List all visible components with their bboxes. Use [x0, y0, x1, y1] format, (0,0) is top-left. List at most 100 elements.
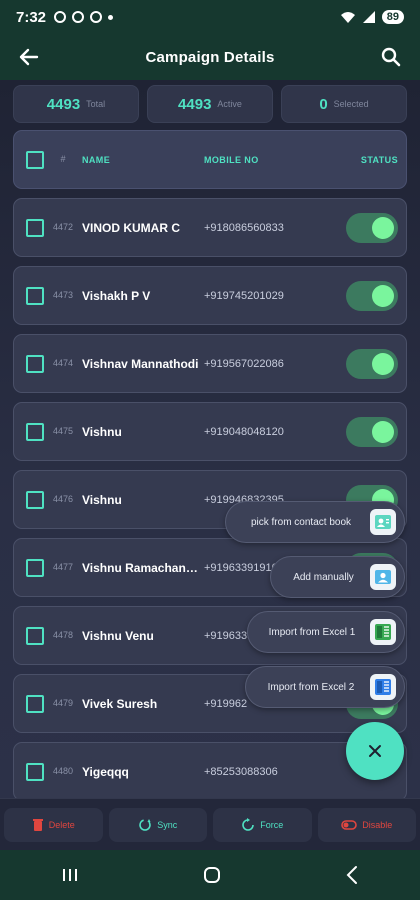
- page-title: Campaign Details: [145, 48, 275, 66]
- row-name: Vishnu: [82, 492, 122, 507]
- stat-total: 4493 Total: [13, 85, 139, 123]
- disable-label: Disable: [362, 819, 393, 830]
- add-person-icon: [370, 564, 396, 590]
- status-toggle[interactable]: [346, 348, 398, 379]
- row-mobile: +919048048120: [204, 425, 284, 438]
- wifi-icon: [340, 12, 355, 23]
- row-checkbox[interactable]: [26, 218, 44, 237]
- table-row[interactable]: 4474 Vishnav Mannathodi +919567022086: [13, 334, 407, 393]
- fab-item-add-manually[interactable]: Add manually: [270, 556, 405, 598]
- header-status: STATUS: [360, 154, 398, 165]
- excel-blue-icon: [370, 674, 396, 700]
- row-name: Vishnu: [82, 424, 122, 439]
- delete-label: Delete: [48, 819, 75, 830]
- stat-selected-label: Selected: [333, 99, 369, 109]
- recent-apps-icon[interactable]: [61, 867, 79, 883]
- fab-item-import-excel-2[interactable]: Import from Excel 2: [245, 666, 405, 708]
- header-name: NAME: [82, 154, 111, 165]
- status-toggle[interactable]: [346, 212, 398, 243]
- row-checkbox[interactable]: [26, 354, 44, 373]
- row-name: Vishnu Ramachandran: [82, 560, 200, 575]
- stat-total-label: Total: [86, 99, 106, 109]
- row-checkbox[interactable]: [26, 558, 44, 577]
- stat-active-label: Active: [217, 99, 242, 109]
- sync-icon: [139, 818, 152, 831]
- row-checkbox[interactable]: [26, 694, 44, 713]
- row-name: Vishakh P V: [82, 288, 151, 303]
- row-name: VINOD KUMAR C: [82, 220, 180, 235]
- stat-total-value: 4493: [46, 95, 81, 113]
- row-index: 4478: [52, 630, 74, 640]
- notification-icons: [54, 11, 114, 23]
- table-row[interactable]: 4472 VINOD KUMAR C +918086560833: [13, 198, 407, 257]
- row-mobile: +919745201029: [204, 289, 284, 302]
- row-index: 4477: [52, 562, 74, 572]
- toggle-off-icon: [341, 819, 358, 830]
- row-name: Yigeqqq: [82, 764, 129, 779]
- row-checkbox[interactable]: [26, 626, 44, 645]
- stat-active-value: 4493: [178, 95, 212, 113]
- row-index: 4472: [52, 222, 74, 232]
- stat-selected: 0 Selected: [281, 85, 407, 123]
- disable-button[interactable]: Disable: [317, 807, 416, 842]
- table-row[interactable]: 4473 Vishakh P V +919745201029: [13, 266, 407, 325]
- row-mobile: +918086560833: [204, 221, 284, 234]
- select-all-checkbox[interactable]: [26, 150, 44, 169]
- force-button[interactable]: Force: [213, 807, 312, 842]
- fab-close-button[interactable]: [346, 722, 404, 780]
- status-time: 7:32: [16, 8, 47, 26]
- arrow-left-icon: [19, 48, 39, 66]
- fab-item-label: pick from contact book: [250, 516, 352, 528]
- more-notifications-dot-icon: [108, 14, 114, 20]
- force-refresh-icon: [242, 817, 255, 831]
- system-nav-bar: [0, 850, 420, 900]
- delete-button[interactable]: Delete: [4, 807, 103, 842]
- header-hash: #: [60, 154, 66, 164]
- notification-chat-icon: [72, 11, 85, 23]
- contact-book-icon: [370, 509, 396, 535]
- row-checkbox[interactable]: [26, 762, 44, 781]
- row-mobile: +919567022086: [204, 357, 284, 370]
- notification-app-icon: [54, 11, 67, 23]
- excel-green-icon: [370, 619, 396, 645]
- status-toggle[interactable]: [346, 280, 398, 311]
- row-name: Vishnav Mannathodi: [82, 356, 199, 371]
- search-button[interactable]: [376, 42, 406, 72]
- status-bar: 7:32 89: [0, 0, 420, 34]
- bottom-action-bar: Delete Sync Force Disable: [0, 798, 420, 850]
- trash-icon: [32, 818, 43, 831]
- row-name: Vivek Suresh: [82, 696, 158, 711]
- fab-item-label: Import from Excel 1: [268, 626, 356, 638]
- signal-icon: [362, 11, 375, 23]
- stats-bar: 4493 Total 4493 Active 0 Selected: [13, 85, 407, 123]
- app-bar: Campaign Details: [0, 34, 420, 80]
- stat-active: 4493 Active: [147, 85, 273, 123]
- row-index: 4473: [52, 290, 74, 300]
- system-back-icon[interactable]: [345, 865, 359, 885]
- fab-item-import-excel-1[interactable]: Import from Excel 1: [247, 611, 405, 653]
- fab-item-label: Add manually: [293, 571, 354, 583]
- row-index: 4474: [52, 358, 74, 368]
- close-icon: [369, 745, 381, 757]
- sync-label: Sync: [157, 819, 178, 830]
- home-icon[interactable]: [202, 865, 222, 885]
- row-mobile: +85253088306: [204, 765, 278, 778]
- row-checkbox[interactable]: [26, 286, 44, 305]
- fab-item-contact-book[interactable]: pick from contact book: [225, 501, 405, 543]
- battery-icon: 89: [381, 10, 404, 24]
- table-header: # NAME MOBILE NO STATUS: [13, 130, 407, 189]
- sync-button[interactable]: Sync: [108, 807, 207, 842]
- row-index: 4475: [52, 426, 74, 436]
- notification-settings-icon: [90, 11, 103, 23]
- row-checkbox[interactable]: [26, 422, 44, 441]
- row-name: Vishnu Venu: [82, 628, 154, 643]
- search-icon: [381, 47, 401, 67]
- status-toggle[interactable]: [346, 416, 398, 447]
- row-checkbox[interactable]: [26, 490, 44, 509]
- table-row[interactable]: 4475 Vishnu +919048048120: [13, 402, 407, 461]
- row-index: 4480: [52, 766, 74, 776]
- back-button[interactable]: [14, 42, 44, 72]
- force-label: Force: [260, 819, 284, 830]
- header-mobile: MOBILE NO: [204, 154, 259, 165]
- row-index: 4476: [52, 494, 74, 504]
